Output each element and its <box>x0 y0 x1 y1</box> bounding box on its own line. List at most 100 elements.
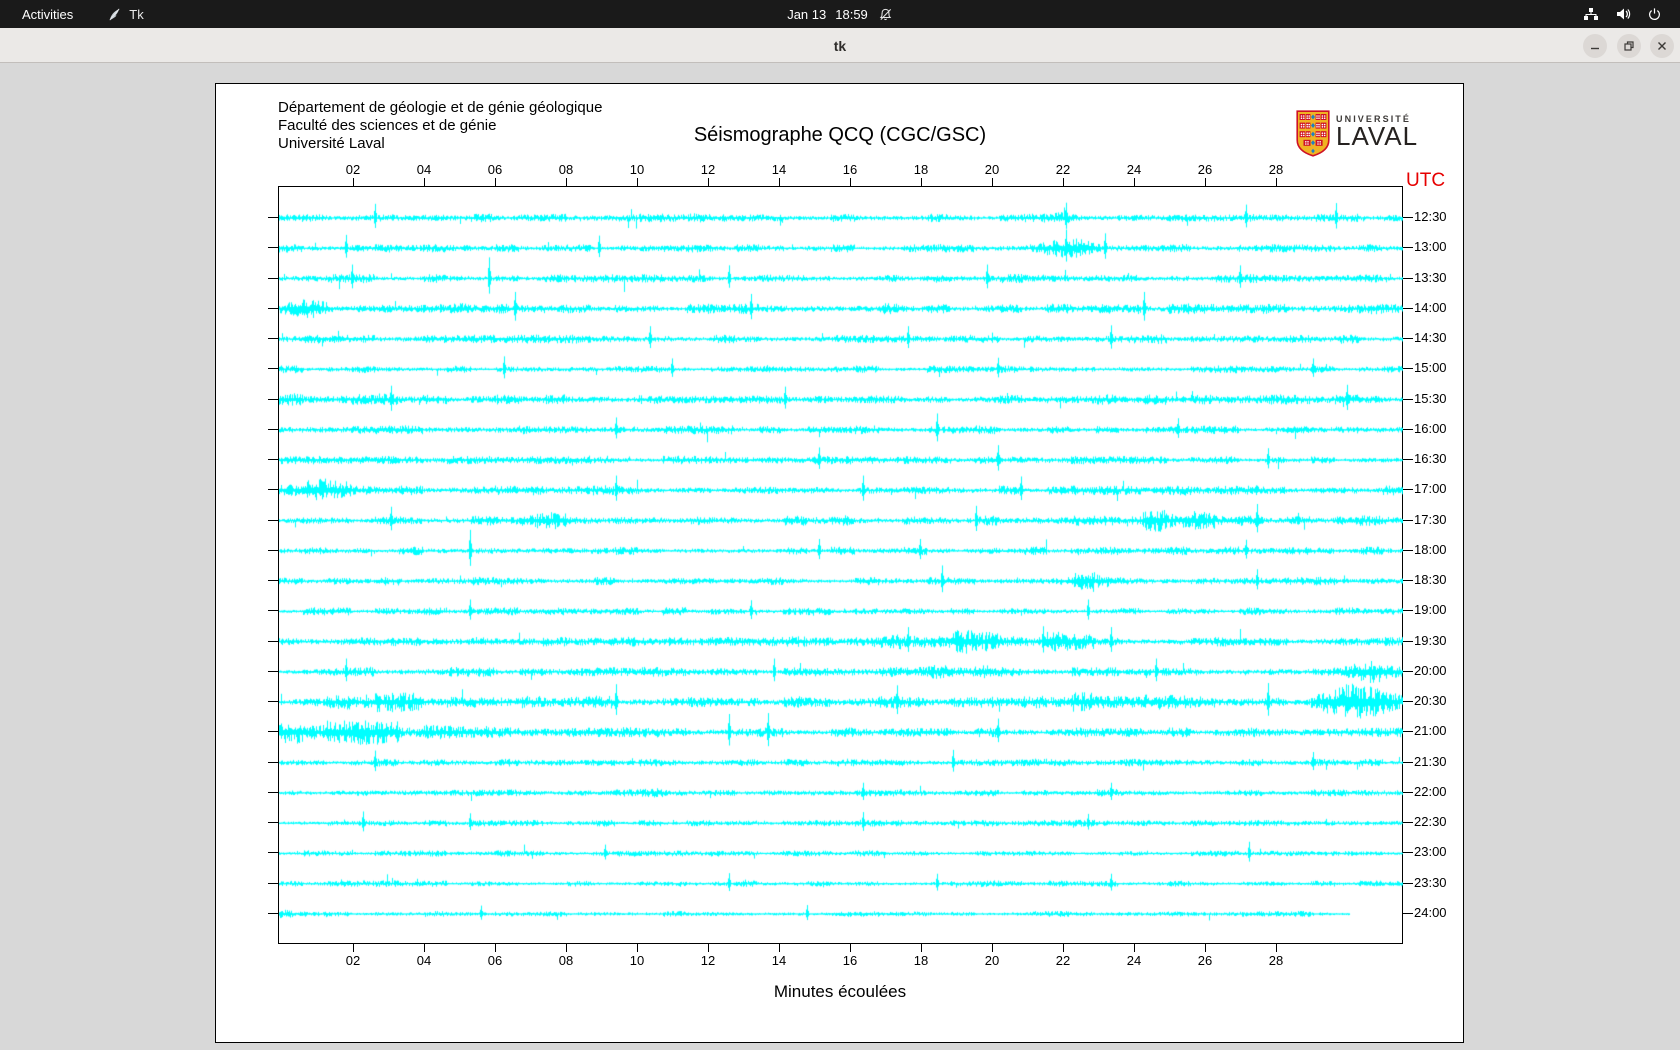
focused-app-indicator[interactable]: Tk <box>107 7 143 22</box>
x-tick-label-bottom: 28 <box>1261 953 1291 968</box>
trace-tick-left <box>268 550 278 551</box>
utc-time-label: 13:00 <box>1414 239 1447 254</box>
x-tick-top <box>850 178 851 186</box>
x-tick-label-bottom: 22 <box>1048 953 1078 968</box>
close-button[interactable] <box>1650 34 1674 58</box>
x-tick-label-bottom: 10 <box>622 953 652 968</box>
trace-tick-right <box>1403 641 1413 642</box>
trace-tick-left <box>268 913 278 914</box>
x-tick-bottom <box>708 944 709 952</box>
x-tick-label-top: 24 <box>1119 162 1149 177</box>
x-tick-top <box>495 178 496 186</box>
trace-tick-right <box>1403 762 1413 763</box>
system-status-area[interactable] <box>1583 0 1680 28</box>
x-tick-label-top: 18 <box>906 162 936 177</box>
trace-tick-left <box>268 641 278 642</box>
x-tick-bottom <box>779 944 780 952</box>
x-tick-bottom <box>1205 944 1206 952</box>
x-tick-label-bottom: 24 <box>1119 953 1149 968</box>
trace-tick-right <box>1403 671 1413 672</box>
gnome-top-bar: Activities Tk Jan 13 18:59 <box>0 0 1680 28</box>
x-tick-label-bottom: 04 <box>409 953 439 968</box>
seismograph-panel: Département de géologie et de génie géol… <box>215 83 1464 1043</box>
trace-tick-left <box>268 368 278 369</box>
trace-tick-left <box>268 822 278 823</box>
clock[interactable]: Jan 13 18:59 <box>787 7 868 22</box>
trace-tick-right <box>1403 913 1413 914</box>
trace-tick-left <box>268 671 278 672</box>
x-tick-label-top: 20 <box>977 162 1007 177</box>
x-tick-label-bottom: 20 <box>977 953 1007 968</box>
trace-tick-right <box>1403 217 1413 218</box>
x-tick-label-top: 10 <box>622 162 652 177</box>
x-tick-top <box>708 178 709 186</box>
x-tick-bottom <box>850 944 851 952</box>
x-tick-label-bottom: 02 <box>338 953 368 968</box>
x-tick-label-top: 04 <box>409 162 439 177</box>
trace-tick-right <box>1403 399 1413 400</box>
utc-time-label: 17:00 <box>1414 481 1447 496</box>
trace-tick-right <box>1403 247 1413 248</box>
trace-tick-right <box>1403 550 1413 551</box>
x-tick-label-bottom: 14 <box>764 953 794 968</box>
seismogram-traces <box>279 187 1403 944</box>
trace-tick-left <box>268 520 278 521</box>
x-tick-bottom <box>424 944 425 952</box>
trace-tick-left <box>268 610 278 611</box>
trace-tick-right <box>1403 459 1413 460</box>
laval-shield-icon <box>1296 110 1330 162</box>
x-tick-label-bottom: 06 <box>480 953 510 968</box>
logo-laval-label: LAVAL <box>1336 124 1418 148</box>
x-tick-bottom <box>495 944 496 952</box>
x-tick-top <box>992 178 993 186</box>
x-tick-bottom <box>992 944 993 952</box>
utc-time-label: 14:00 <box>1414 300 1447 315</box>
utc-time-label: 20:00 <box>1414 663 1447 678</box>
trace-tick-left <box>268 792 278 793</box>
trace-tick-right <box>1403 278 1413 279</box>
window-titlebar[interactable]: tk <box>0 28 1680 63</box>
clock-time: 18:59 <box>835 7 868 22</box>
utc-time-label: 16:30 <box>1414 451 1447 466</box>
x-tick-top <box>921 178 922 186</box>
institution-line-1: Département de géologie et de génie géol… <box>278 99 602 117</box>
trace-tick-right <box>1403 731 1413 732</box>
utc-time-label: 18:00 <box>1414 542 1447 557</box>
trace-tick-right <box>1403 883 1413 884</box>
utc-time-label: 21:00 <box>1414 723 1447 738</box>
maximize-button[interactable] <box>1617 34 1641 58</box>
utc-time-label: 15:30 <box>1414 391 1447 406</box>
trace-tick-left <box>268 762 278 763</box>
x-tick-top <box>1205 178 1206 186</box>
utc-time-label: 13:30 <box>1414 270 1447 285</box>
trace-tick-left <box>268 247 278 248</box>
trace-tick-right <box>1403 489 1413 490</box>
x-tick-label-top: 12 <box>693 162 723 177</box>
trace-tick-left <box>268 489 278 490</box>
utc-time-label: 14:30 <box>1414 330 1447 345</box>
trace-tick-right <box>1403 852 1413 853</box>
x-tick-bottom <box>353 944 354 952</box>
utc-label: UTC <box>1406 170 1445 192</box>
app-name-label: Tk <box>129 7 143 22</box>
x-tick-label-bottom: 12 <box>693 953 723 968</box>
clock-date: Jan 13 <box>787 7 826 22</box>
screen: Activities Tk Jan 13 18:59 <box>0 0 1680 1050</box>
x-tick-top <box>779 178 780 186</box>
x-tick-bottom <box>1276 944 1277 952</box>
utc-time-label: 19:00 <box>1414 602 1447 617</box>
power-icon <box>1647 7 1662 22</box>
x-tick-label-top: 28 <box>1261 162 1291 177</box>
x-tick-label-top: 22 <box>1048 162 1078 177</box>
trace-tick-left <box>268 731 278 732</box>
x-tick-top <box>424 178 425 186</box>
activities-button[interactable]: Activities <box>16 5 79 24</box>
tk-feather-icon <box>107 7 122 22</box>
x-tick-top <box>637 178 638 186</box>
trace-tick-right <box>1403 701 1413 702</box>
trace-tick-left <box>268 308 278 309</box>
trace-tick-left <box>268 338 278 339</box>
utc-time-label: 23:30 <box>1414 875 1447 890</box>
minimize-button[interactable] <box>1583 34 1607 58</box>
plot-title: Séismographe QCQ (CGC/GSC) <box>540 124 1140 147</box>
